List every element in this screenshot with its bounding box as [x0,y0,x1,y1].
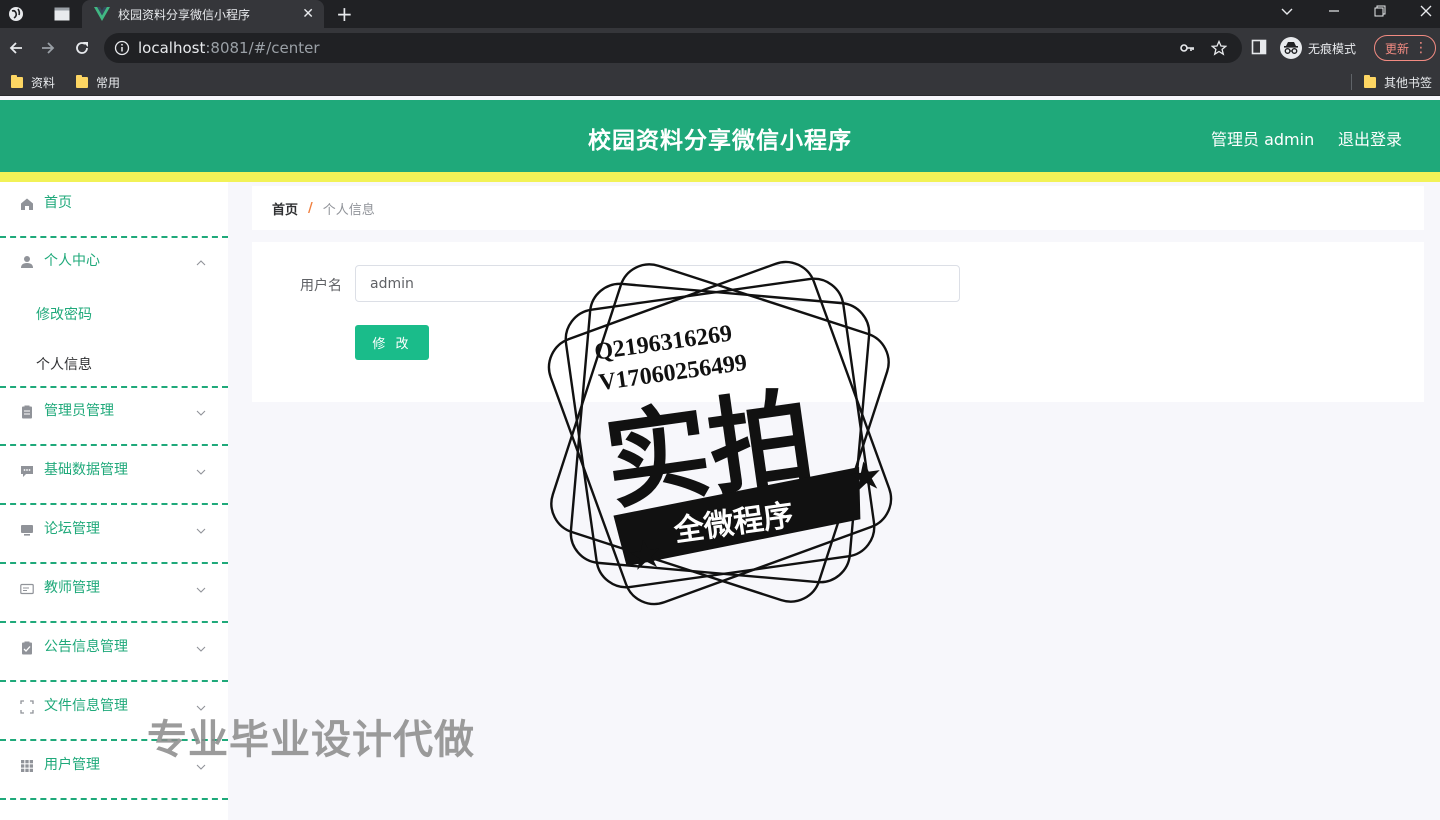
key-icon[interactable] [1178,39,1196,57]
breadcrumb-current: 个人信息 [322,203,375,218]
chevron-down-icon[interactable] [195,640,207,652]
folder-icon [76,75,88,88]
browser-toolbar: localhost:8081/#/center 无痕模式 更新 ⋮ [0,28,1440,68]
watermark-text: 专业毕业设计代做 [147,717,475,763]
user-icon [19,254,35,270]
tab-title: 校园资料分享微信小程序 [118,8,251,22]
chevron-down-icon[interactable] [195,581,207,593]
url-path: :8081/#/center [205,39,320,57]
folder-icon [1364,75,1376,88]
bookmarks-divider [1351,74,1352,90]
grid-icon [19,758,35,774]
incognito-indicator[interactable]: 无痕模式 [1280,37,1356,59]
incognito-label: 无痕模式 [1308,41,1357,56]
sidebar-subitem-personal-info[interactable]: 个人信息 [0,338,228,388]
current-user-label: 管理员 admin [1211,130,1315,149]
sidebar-item-admin-management[interactable]: 管理员管理 [0,390,228,446]
clipboard-check-icon [19,640,35,656]
breadcrumb-separator: / [308,201,313,216]
folder-icon [11,75,23,88]
side-panel-icon[interactable] [1251,39,1267,55]
breadcrumb-panel: 首页 / 个人信息 [252,186,1424,230]
sidebar-item-label: 教师管理 [44,580,100,596]
sidebar-item-label: 个人中心 [44,253,100,269]
reload-icon[interactable] [72,38,92,58]
monitor-icon [19,522,35,538]
new-tab-button[interactable]: + [336,2,353,26]
sidebar-subitem-label: 个人信息 [36,357,92,373]
chevron-up-icon[interactable] [195,254,207,266]
sidebar-item-teacher[interactable]: 教师管理 [0,567,228,623]
sidebar-subitem-label: 修改密码 [36,307,92,323]
bookmark-label: 资料 [31,76,56,90]
sidebar-item-basic-data[interactable]: 基础数据管理 [0,449,228,505]
sidebar-subitem-change-password[interactable]: 修改密码 [0,288,228,338]
active-tab[interactable]: 校园资料分享微信小程序 ✕ [82,0,324,28]
star-icon[interactable] [1210,39,1228,57]
clipboard-icon [19,404,35,420]
update-button[interactable]: 更新 ⋮ [1374,35,1436,61]
sidebar-item-label: 公告信息管理 [44,639,128,655]
stamp-overlay: Q2196316269 V17060256499 实拍 全微程序 [547,260,893,606]
username-label: 用户名 [300,278,342,294]
url-host: localhost [138,39,206,57]
modify-button[interactable]: 修 改 [355,325,429,360]
sidebar-item-label: 用户管理 [44,757,100,773]
logout-link[interactable]: 退出登录 [1338,126,1402,150]
address-bar[interactable]: localhost:8081/#/center [104,33,1242,63]
app-header: 校园资料分享微信小程序 管理员 admin 退出登录 [0,100,1440,172]
header-accent-bar [0,172,1440,182]
id-card-icon [19,581,35,597]
close-icon[interactable] [1419,4,1433,24]
frame-icon [19,699,35,715]
bookmark-folder[interactable]: 常用 [76,74,120,91]
minimize-icon[interactable] [1327,4,1341,24]
chat-icon [19,463,35,479]
update-label: 更新 [1385,41,1410,56]
restore-icon[interactable] [1373,4,1387,24]
other-bookmarks[interactable]: 其他书签 [1364,74,1432,91]
chevron-down-icon[interactable] [195,522,207,534]
bookmarks-bar: 资料 常用 其他书签 [0,68,1440,96]
breadcrumb: 首页 / 个人信息 [272,199,375,218]
url-text[interactable]: localhost:8081/#/center [138,39,320,57]
vue-logo-icon [92,4,112,24]
back-arrow-icon[interactable] [6,38,26,58]
chevron-down-icon[interactable] [195,404,207,416]
home-icon [19,196,35,212]
tab-close-icon[interactable]: ✕ [302,5,314,23]
chevron-down-icon[interactable] [1280,4,1294,24]
breadcrumb-home[interactable]: 首页 [272,199,298,218]
sidebar-item-announcement[interactable]: 公告信息管理 [0,626,228,682]
tab-strip-icon[interactable] [52,4,72,24]
incognito-icon [1280,37,1302,59]
sidebar-item-label: 论坛管理 [44,521,100,537]
sidebar-item-label: 管理员管理 [44,403,114,419]
browser-tab-bar: 校园资料分享微信小程序 ✕ + [0,0,1440,28]
globe-icon[interactable] [6,4,26,24]
sidebar-item-personal-center[interactable]: 个人中心 修改密码 个人信息 [0,240,228,388]
chevron-down-icon[interactable] [195,463,207,475]
sidebar-item-forum[interactable]: 论坛管理 [0,508,228,564]
sidebar-item-label: 首页 [44,195,72,211]
sidebar-item-label: 基础数据管理 [44,462,128,478]
sidebar-item-home[interactable]: 首页 [0,182,228,238]
sidebar-item-label: 文件信息管理 [44,698,128,714]
forward-arrow-icon[interactable] [38,38,58,58]
more-icon[interactable]: ⋮ [1414,39,1428,57]
other-bookmarks-label: 其他书签 [1384,76,1433,90]
bookmark-folder[interactable]: 资料 [11,74,55,91]
info-icon[interactable] [114,40,130,56]
bookmark-label: 常用 [96,76,121,90]
